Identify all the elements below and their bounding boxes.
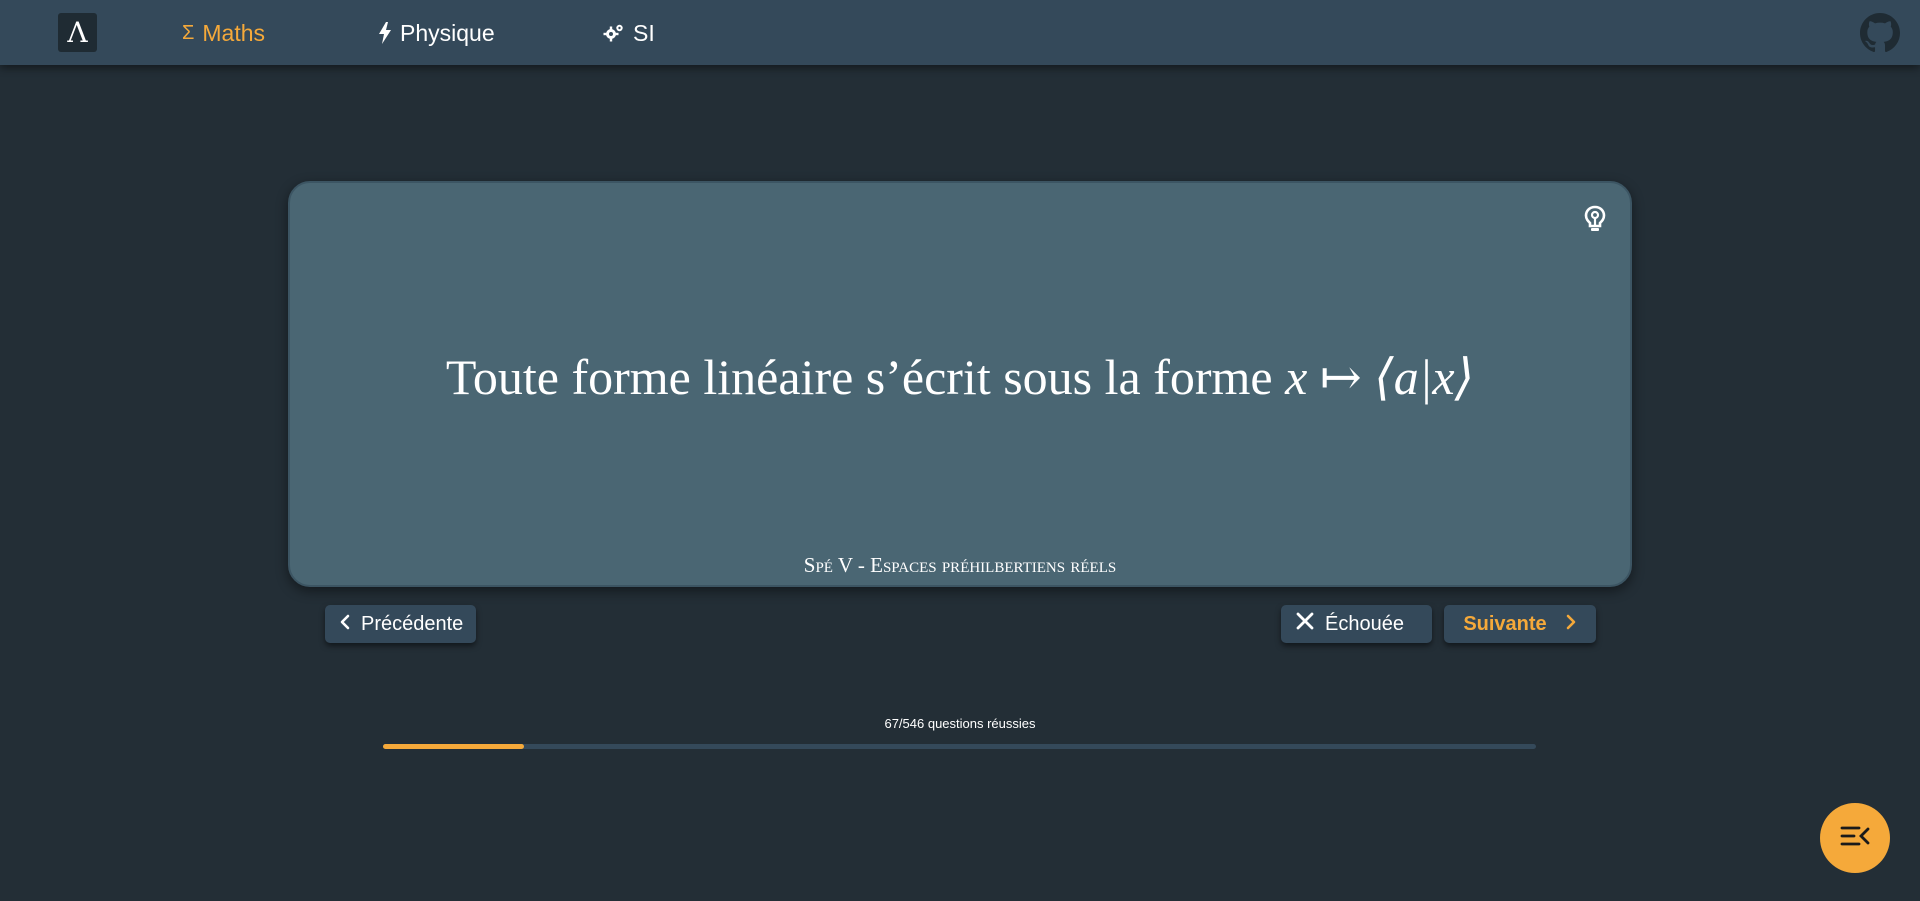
nav-item-label: Maths xyxy=(202,19,266,46)
statement-math: x ↦ ⟨a|x⟩ xyxy=(1285,349,1475,405)
progress-bar xyxy=(383,744,1536,749)
previous-button-label: Précédente xyxy=(361,612,464,635)
logo-lambda[interactable]: Λ xyxy=(58,13,97,52)
chevron-right-icon xyxy=(1565,613,1577,636)
lightbulb-icon[interactable] xyxy=(1583,205,1607,233)
nav-item-physique[interactable]: Physique xyxy=(378,18,495,48)
question-statement: Toute forme linéaire s’écrit sous la for… xyxy=(290,348,1630,406)
nav-item-maths[interactable]: Σ Maths xyxy=(182,18,265,48)
close-icon xyxy=(1295,611,1315,637)
lightning-icon xyxy=(378,22,392,44)
failed-button-label: Échouée xyxy=(1325,612,1404,635)
failed-button[interactable]: Échouée xyxy=(1281,605,1432,643)
top-navbar: Λ Σ Maths Physique SI xyxy=(0,0,1920,65)
next-button[interactable]: Suivante xyxy=(1444,605,1596,643)
nav-item-label: SI xyxy=(633,19,655,46)
github-icon[interactable] xyxy=(1860,13,1900,53)
previous-button[interactable]: Précédente xyxy=(325,605,476,643)
sigma-icon: Σ xyxy=(182,21,195,44)
flashcard[interactable]: Toute forme linéaire s’écrit sous la for… xyxy=(288,181,1632,587)
menu-fab-button[interactable] xyxy=(1820,803,1890,873)
menu-collapse-icon xyxy=(1839,824,1871,853)
nav-item-label: Physique xyxy=(400,19,495,46)
nav-item-si[interactable]: SI xyxy=(603,18,655,48)
gears-icon xyxy=(603,23,625,43)
statement-text: Toute forme linéaire s’écrit sous la for… xyxy=(445,349,1286,405)
chapter-label: Spé V - Espaces préhilbertiens réels xyxy=(803,553,1117,577)
progress-label: 67/546 questions réussies xyxy=(884,716,1036,731)
next-button-label: Suivante xyxy=(1463,612,1547,635)
progress-fill xyxy=(383,744,525,749)
chevron-left-icon xyxy=(339,613,351,636)
